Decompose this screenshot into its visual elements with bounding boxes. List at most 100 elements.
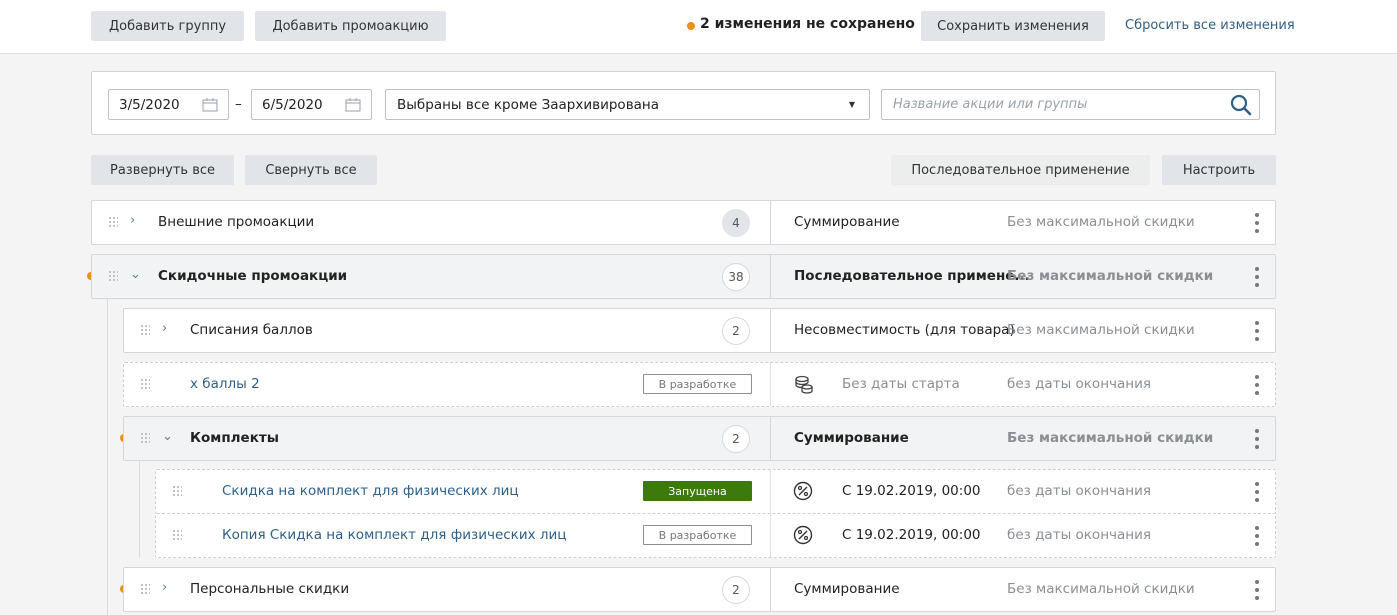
promo-name-link[interactable]: Копия Скидка на комплект для физических …: [222, 527, 566, 543]
column-divider: [770, 363, 771, 406]
date-range-separator: –: [235, 96, 242, 112]
end-date-text: без даты окончания: [1007, 483, 1151, 499]
chevron-down-icon[interactable]: ⌄: [162, 429, 173, 444]
group-name: Персональные скидки: [190, 581, 350, 597]
add-promo-button[interactable]: Добавить промоакцию: [255, 11, 446, 41]
date-to-input[interactable]: 6/5/2020: [251, 89, 372, 120]
date-from-input[interactable]: 3/5/2020: [108, 89, 229, 120]
column-divider: [770, 255, 771, 298]
limit-text: Без максимальной скидки: [1007, 268, 1214, 284]
mode-text: Суммирование: [794, 214, 900, 230]
unsaved-changes-text: 2 изменения не сохранено: [700, 16, 915, 32]
calendar-icon[interactable]: [345, 97, 361, 116]
search-input[interactable]: Название акции или группы: [881, 89, 1260, 120]
status-badge: В разработке: [643, 525, 752, 545]
unsaved-indicator-dot: [687, 22, 695, 30]
more-menu-icon[interactable]: [1254, 580, 1260, 600]
dropdown-arrow-icon: ▼: [848, 100, 855, 109]
group-name: Списания баллов: [190, 322, 313, 338]
status-select-value: Выбраны все кроме Заархивирована: [397, 96, 660, 113]
drag-handle-icon[interactable]: [140, 432, 150, 444]
limit-text: Без максимальной скидки: [1007, 214, 1195, 230]
column-divider: [770, 417, 771, 460]
column-divider: [770, 514, 771, 557]
count-badge: 38: [722, 263, 750, 291]
column-divider: [770, 201, 771, 244]
promo-name-link[interactable]: х баллы 2: [190, 376, 260, 392]
more-menu-icon[interactable]: [1254, 267, 1260, 287]
date-from-value: 3/5/2020: [119, 96, 180, 113]
column-divider: [770, 568, 771, 611]
start-date-text: С 19.02.2019, 00:00: [842, 527, 981, 543]
expand-all-button[interactable]: Развернуть все: [91, 155, 234, 185]
collapse-all-button[interactable]: Свернуть все: [245, 155, 377, 185]
drag-handle-icon[interactable]: [108, 270, 118, 282]
sequential-mode-button[interactable]: Последовательное применение: [891, 155, 1150, 185]
start-date-text: С 19.02.2019, 00:00: [842, 483, 981, 499]
mode-text: Последовательное примене...: [794, 268, 1030, 284]
limit-text: Без максимальной скидки: [1007, 322, 1195, 338]
group-row[interactable]: › Внешние промоакции 4 Суммирование Без …: [91, 200, 1276, 245]
mode-text: Суммирование: [794, 430, 909, 446]
save-changes-button[interactable]: Сохранить изменения: [921, 11, 1105, 41]
chevron-down-icon[interactable]: ⌄: [130, 267, 141, 282]
group-row[interactable]: › Списания баллов 2 Несовместимость (для…: [123, 308, 1276, 353]
tree-indent-line: [107, 299, 108, 615]
coins-icon: [794, 375, 814, 399]
group-row[interactable]: › Персональные скидки 2 Суммирование Без…: [123, 567, 1276, 612]
column-divider: [770, 470, 771, 513]
group-name: Комплекты: [190, 430, 279, 446]
more-menu-icon[interactable]: [1254, 375, 1260, 395]
mode-text: Несовместимость (для товара): [794, 322, 1015, 338]
more-menu-icon[interactable]: [1254, 321, 1260, 341]
search-icon[interactable]: [1230, 94, 1252, 120]
drag-handle-icon[interactable]: [108, 216, 118, 228]
group-name: Внешние промоакции: [158, 214, 315, 230]
limit-text: Без максимальной скидки: [1007, 581, 1195, 597]
limit-text: Без максимальной скидки: [1007, 430, 1214, 446]
chevron-right-icon[interactable]: ›: [162, 580, 167, 595]
count-badge: 4: [722, 209, 750, 237]
top-toolbar: Добавить группу Добавить промоакцию 2 из…: [0, 0, 1397, 54]
date-to-value: 6/5/2020: [262, 96, 323, 113]
search-placeholder: Название акции или группы: [893, 97, 1088, 112]
more-menu-icon[interactable]: [1254, 526, 1260, 546]
mode-text: Суммирование: [794, 581, 900, 597]
drag-handle-icon[interactable]: [140, 324, 150, 336]
column-divider: [770, 309, 771, 352]
status-select[interactable]: Выбраны все кроме Заархивирована ▼: [385, 89, 870, 120]
promo-row[interactable]: Скидка на комплект для физических лиц За…: [155, 469, 1276, 514]
drag-handle-icon[interactable]: [172, 529, 182, 541]
count-badge: 2: [722, 576, 750, 604]
start-date-text: Без даты старта: [842, 376, 960, 392]
configure-button[interactable]: Настроить: [1162, 155, 1276, 185]
drag-handle-icon[interactable]: [140, 583, 150, 595]
promo-name-link[interactable]: Скидка на комплект для физических лиц: [222, 483, 519, 499]
promo-row[interactable]: х баллы 2 В разработке Без даты старта б…: [123, 362, 1276, 407]
promo-row[interactable]: Копия Скидка на комплект для физических …: [155, 513, 1276, 558]
group-row[interactable]: ⌄ Скидочные промоакции 38 Последовательн…: [91, 254, 1276, 299]
reset-changes-link[interactable]: Сбросить все изменения: [1125, 18, 1295, 33]
group-name: Скидочные промоакции: [158, 268, 348, 284]
status-badge: Запущена: [643, 481, 752, 501]
status-badge: В разработке: [643, 374, 752, 394]
group-row[interactable]: ⌄ Комплекты 2 Суммирование Без максималь…: [123, 416, 1276, 461]
more-menu-icon[interactable]: [1254, 482, 1260, 502]
count-badge: 2: [722, 425, 750, 453]
chevron-right-icon[interactable]: ›: [162, 321, 167, 336]
more-menu-icon[interactable]: [1254, 429, 1260, 449]
end-date-text: без даты окончания: [1007, 527, 1151, 543]
percent-discount-icon: [793, 481, 813, 505]
chevron-right-icon[interactable]: ›: [130, 213, 135, 228]
calendar-icon[interactable]: [202, 97, 218, 116]
drag-handle-icon[interactable]: [140, 378, 150, 390]
end-date-text: без даты окончания: [1007, 376, 1151, 392]
scrollbar-thumb[interactable]: [1392, 55, 1397, 615]
percent-discount-icon: [793, 525, 813, 549]
filter-panel: 3/5/2020 – 6/5/2020 Выбраны все кроме За…: [91, 71, 1276, 135]
more-menu-icon[interactable]: [1254, 213, 1260, 233]
tree-indent-line: [139, 461, 140, 558]
add-group-button[interactable]: Добавить группу: [91, 11, 244, 41]
count-badge: 2: [722, 317, 750, 345]
drag-handle-icon[interactable]: [172, 485, 182, 497]
